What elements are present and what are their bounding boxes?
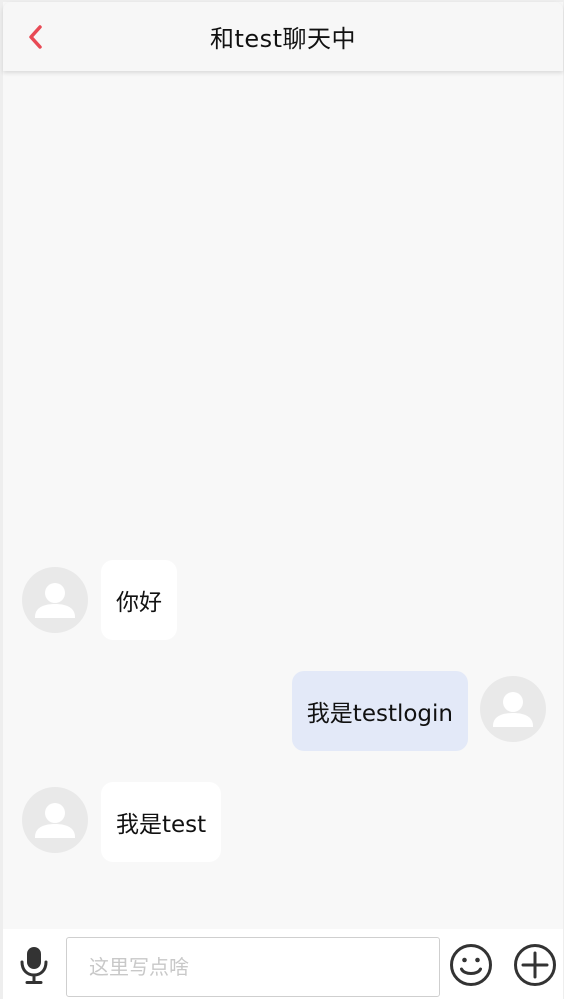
message-bubble-outgoing: 我是testlogin xyxy=(291,671,468,751)
back-button[interactable] xyxy=(21,22,51,52)
chat-screen: 和test聊天中 你好 我是testlogin 我是test 这里写点啥 xyxy=(0,0,564,999)
message-row-incoming: 我是test xyxy=(3,782,563,862)
smiley-icon xyxy=(450,944,492,986)
avatar[interactable] xyxy=(22,567,88,633)
user-placeholder-icon xyxy=(493,692,533,727)
page-title: 和test聊天中 xyxy=(209,25,357,53)
plus-circle-icon xyxy=(514,944,556,986)
composer-bar xyxy=(3,929,563,999)
avatar[interactable] xyxy=(480,676,546,742)
message-bubble-incoming: 你好 xyxy=(101,560,177,640)
message-row-outgoing: 我是testlogin xyxy=(3,671,563,751)
message-row-incoming: 你好 xyxy=(3,560,563,640)
user-placeholder-icon xyxy=(35,803,75,838)
user-placeholder-icon xyxy=(35,583,75,618)
message-text: 我是test xyxy=(116,812,207,838)
chat-header: 和test聊天中 xyxy=(3,2,563,71)
message-bubble-incoming: 我是test xyxy=(101,782,222,862)
message-text: 你好 xyxy=(116,590,162,616)
more-actions-button[interactable] xyxy=(513,943,557,987)
message-input[interactable] xyxy=(66,937,440,997)
emoji-button[interactable] xyxy=(449,943,493,987)
chevron-left-icon xyxy=(29,25,42,49)
message-text: 我是testlogin xyxy=(306,701,453,727)
microphone-icon xyxy=(20,947,48,984)
voice-input-button[interactable] xyxy=(17,945,51,985)
avatar[interactable] xyxy=(22,787,88,853)
message-list[interactable]: 你好 我是testlogin 我是test xyxy=(3,71,563,929)
